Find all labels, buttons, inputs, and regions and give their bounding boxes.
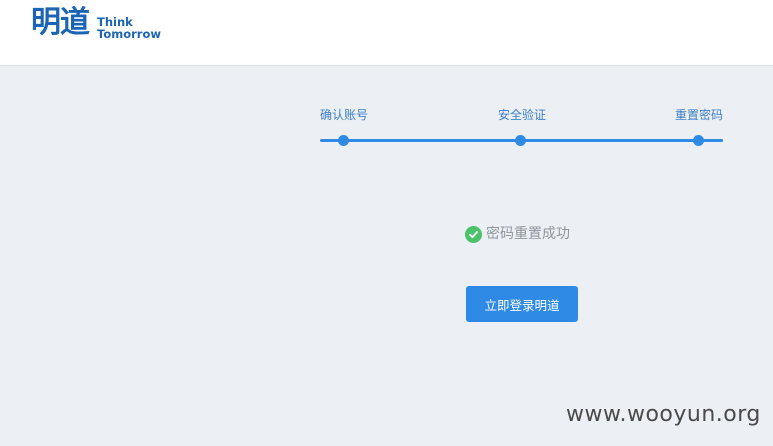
step-dot-1: [338, 135, 349, 146]
step-label-security-verification: 安全验证: [498, 108, 547, 122]
check-circle-icon: [465, 225, 482, 243]
logo-chinese-text: 明道: [31, 5, 90, 40]
logo-tagline: Think Tomorrow: [97, 16, 161, 40]
mingdao-logo[interactable]: 明道 Think Tomorrow: [31, 5, 161, 41]
login-now-button[interactable]: 立即登录明道: [466, 286, 578, 322]
step-label-reset-password: 重置密码: [675, 108, 724, 122]
step-label-confirm-account: 确认账号: [320, 108, 369, 122]
success-text: 密码重置成功: [486, 226, 570, 242]
step-dot-3: [693, 135, 704, 146]
step-dot-2: [515, 135, 526, 146]
main-content: 确认账号 安全验证 重置密码 密码重置成功 立即登录明道: [0, 67, 773, 446]
progress-steps: 确认账号 安全验证 重置密码: [320, 107, 724, 147]
top-header: 明道 Think Tomorrow: [0, 0, 773, 66]
logo-tagline-line2: Tomorrow: [97, 27, 161, 41]
watermark-text: www.wooyun.org: [566, 402, 761, 427]
success-message: 密码重置成功: [465, 225, 570, 243]
